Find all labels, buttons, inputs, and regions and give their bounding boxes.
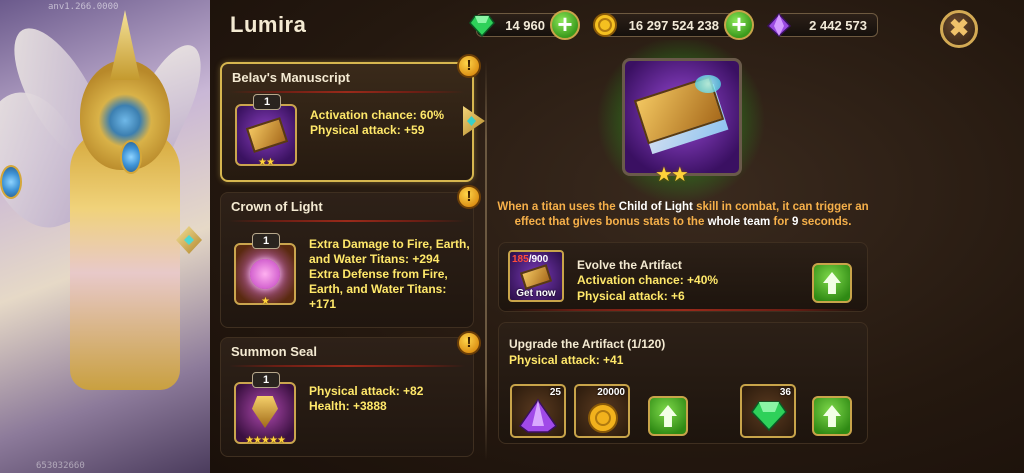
artifact-level-badge: 1 [253,94,281,110]
artifact-star-rating: ★★ [655,164,689,186]
upgrade-with-gold-button[interactable] [648,396,688,436]
emerald-icon [751,401,787,432]
emerald-icon [469,15,495,38]
evolve-title: Evolve the Artifact [577,258,682,272]
close-button[interactable]: ✖ [940,10,978,48]
artifact-stars: ★★★★★ [245,435,286,446]
buy-emeralds-button[interactable]: + [550,10,580,40]
crown-artifact-icon: 1 ★ [234,233,296,307]
alert-badge-icon: ! [457,54,481,78]
titan-potion-value: 2 442 573 [809,17,867,33]
emerald-value: 14 960 [505,17,545,33]
cost-amount: 20000 [597,387,625,398]
book-spark [695,75,721,93]
selected-artifact-large-icon [622,58,742,176]
desc-text: seconds. [798,216,852,228]
panel-divider [505,309,861,311]
artifact-stars: ★★ [258,157,275,168]
seal-shape [252,396,278,428]
manuscript-artifact-icon: 1 ★★ [235,94,297,168]
seal-artifact-icon: 1 ★★★★★ [234,372,296,446]
alert-badge-icon: ! [457,185,481,209]
stat-line: Extra Defense from Fire, [309,267,448,281]
gold-cost-item: 20000 [574,384,630,438]
hero-eye-left [0,165,22,199]
cost-amount: 25 [549,387,561,398]
upgrade-title: Upgrade the Artifact (1/120) [509,337,666,351]
evolve-button[interactable] [812,263,852,303]
essence-count: 185/900 [512,254,548,265]
gold-pile-icon [588,403,618,433]
title-divider [229,365,465,367]
stat-line: Extra Damage to Fire, Earth, [309,237,470,251]
artifact-stats: Physical attack: +82 Health: +3888 [309,384,423,414]
artifact-card-belavs-manuscript[interactable]: Belav's Manuscript 1 ★★ Activation chanc… [220,62,474,182]
book-icon [245,117,289,153]
stat-line: Activation chance: 60% [310,108,445,122]
alert-badge-icon: ! [457,331,481,355]
artifact-stars: ★ [261,296,270,307]
desc-text: When a titan uses the [497,201,619,213]
stat-line: Physical attack: +82 [309,384,424,398]
hero-portrait [0,0,216,473]
evolve-stat: Physical attack: +6 [577,289,685,303]
hero-name-title: Lumira [230,12,307,37]
user-id-label: 653032660 [36,461,85,471]
title-divider [229,220,465,222]
artifact-card-summon-seal[interactable]: Summon Seal 1 ★★★★★ Physical attack: +82… [220,337,474,457]
essence-have: 185 [512,254,529,265]
artifact-stats: Activation chance: 60% Physical attack: … [310,108,444,138]
artifact-title: Crown of Light [231,199,323,214]
get-now-label: Get now [516,288,556,299]
purple-crystal-icon [766,12,792,38]
artifact-level-badge: 1 [252,372,280,388]
upgrade-with-emeralds-button[interactable] [812,396,852,436]
buy-gold-button[interactable]: + [724,10,754,40]
artifact-level-badge: 1 [252,233,280,249]
artifact-title: Summon Seal [231,344,317,359]
hero-eye-right [120,140,142,174]
emerald-cost-item: 36 [740,384,796,438]
essence-cost-item: 25 [510,384,566,438]
desc-text: for [770,216,792,228]
evolve-stat: Activation chance: +40% [577,273,719,287]
column-divider [485,60,487,460]
version-label: anv1.266.0000 [48,2,119,12]
stat-line: +171 [309,297,337,311]
get-essence-button[interactable]: 185/900 Get now [508,250,564,302]
title-divider [230,91,464,93]
artifact-card-crown-of-light[interactable]: Crown of Light 1 ★ Extra Damage to Fire,… [220,192,474,328]
stat-line: Health: +3888 [309,399,387,413]
purple-essence-icon [518,398,558,433]
artifact-title: Belav's Manuscript [232,70,350,85]
stat-line: and Water Titans: +294 [309,252,440,266]
book-icon [519,264,553,290]
artifact-stats: Extra Damage to Fire, Earth, and Water T… [309,237,470,312]
upgrade-stat: Physical attack: +41 [509,353,624,367]
gold-value: 16 297 524 238 [628,17,719,33]
desc-highlight: whole team [707,216,771,228]
gold-coin-icon [593,13,617,37]
cost-amount: 36 [779,387,791,398]
desc-skill-name: Child of Light [618,201,693,213]
artifact-description: When a titan uses the Child of Light ski… [497,200,869,230]
hero-crest [110,10,140,80]
crown-orb [250,259,280,289]
stat-line: Earth, and Water Titans: [309,282,447,296]
stat-line: Physical attack: +59 [310,123,425,137]
